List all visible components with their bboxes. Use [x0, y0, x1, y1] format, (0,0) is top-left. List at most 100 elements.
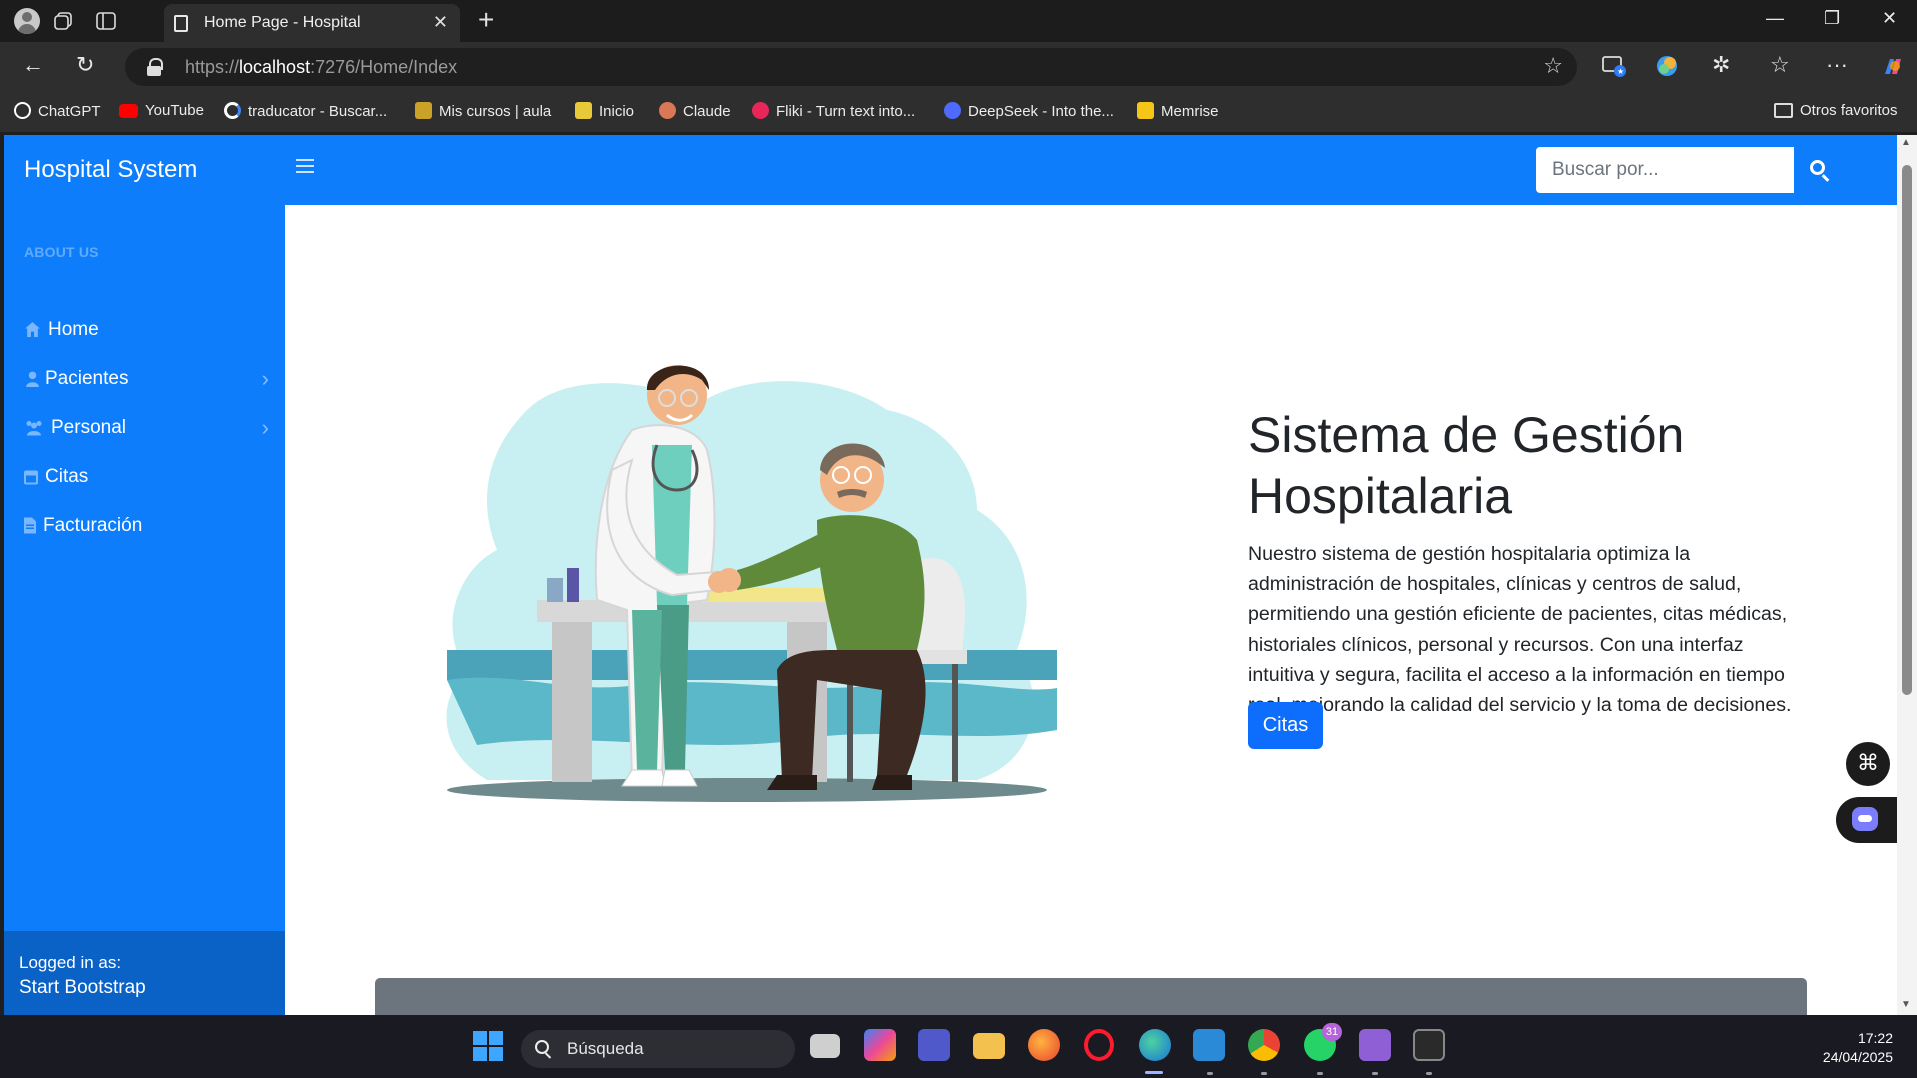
chrome-icon[interactable]: [1248, 1029, 1280, 1061]
search-input[interactable]: [1536, 147, 1794, 193]
floating-apps-icon[interactable]: [1846, 742, 1890, 786]
favorites-icon[interactable]: ☆: [1770, 52, 1790, 78]
workspaces-icon[interactable]: [52, 9, 76, 33]
windows-taskbar: Búsqueda 31 17:22 24/04/2025: [0, 1015, 1917, 1078]
opera-icon[interactable]: [1084, 1029, 1114, 1061]
running-indicator: [1261, 1072, 1267, 1075]
bookmark-youtube[interactable]: YouTube: [119, 102, 204, 122]
address-bar[interactable]: https://localhost:7276/Home/Index ☆: [125, 48, 1577, 86]
web-page: Hospital System ABOUT US Home Pacientes …: [4, 135, 1897, 1015]
page-scrollbar[interactable]: ▲ ▼: [1897, 135, 1917, 1015]
bookmark-memrise[interactable]: Memrise: [1137, 102, 1219, 122]
profile-avatar[interactable]: [14, 8, 40, 34]
browser-navbar: ← ↻ https://localhost:7276/Home/Index ☆ …: [0, 42, 1917, 92]
scroll-down-icon[interactable]: ▼: [1901, 999, 1911, 1010]
taskbar-search-label: Búsqueda: [567, 1039, 644, 1058]
vscode-icon[interactable]: [1193, 1029, 1225, 1061]
page-icon: [174, 15, 188, 32]
sidebar-item-home[interactable]: Home: [24, 317, 269, 347]
more-options-icon[interactable]: ···: [1826, 52, 1848, 78]
sidebar-item-facturacion[interactable]: Facturación: [24, 513, 269, 543]
app-brand[interactable]: Hospital System: [24, 156, 197, 184]
staff-icon: [26, 421, 42, 436]
copilot-app-icon[interactable]: [864, 1029, 896, 1061]
folder-icon: [1774, 103, 1793, 118]
chevron-right-icon: ›: [261, 415, 269, 440]
extensions-icon[interactable]: ✲: [1712, 52, 1730, 78]
active-app-indicator: [1145, 1071, 1163, 1074]
close-tab-icon[interactable]: ✕: [433, 12, 448, 33]
bookmark-chatgpt[interactable]: ChatGPT: [14, 102, 101, 122]
bookmark-traducator[interactable]: traducator - Buscar...: [224, 102, 387, 122]
minimize-icon[interactable]: —: [1766, 8, 1784, 29]
sidebar-item-pacientes[interactable]: Pacientes ›: [24, 366, 269, 396]
sidebar-heading: ABOUT US: [24, 244, 99, 260]
running-indicator: [1372, 1072, 1378, 1075]
teams-icon[interactable]: [918, 1029, 950, 1061]
chevron-right-icon: ›: [261, 366, 269, 391]
search-icon: [535, 1040, 549, 1054]
users-icon: [26, 371, 39, 387]
bookmark-deepseek[interactable]: DeepSeek - Into the...: [944, 102, 1114, 122]
copilot-icon[interactable]: [1880, 54, 1906, 80]
hero-title: Sistema de Gestión Hospitalaria: [1248, 407, 1685, 524]
clock-date: 24/04/2025: [1822, 1049, 1893, 1065]
refresh-icon[interactable]: ↻: [76, 52, 94, 78]
logged-in-label: Logged in as:: [19, 953, 122, 972]
claude-icon: [659, 102, 676, 119]
sidebar-item-label: Pacientes: [45, 368, 129, 389]
copilot-color-icon[interactable]: [1655, 54, 1679, 78]
file-explorer-icon[interactable]: [973, 1033, 1005, 1059]
bookmark-claude[interactable]: Claude: [659, 102, 731, 122]
clock-time: 17:22: [1857, 1030, 1893, 1046]
vertical-tabs-icon[interactable]: [94, 9, 118, 33]
other-bookmarks[interactable]: Otros favoritos: [1774, 102, 1898, 122]
url-text[interactable]: https://localhost:7276/Home/Index: [185, 57, 457, 78]
youtube-icon: [119, 104, 138, 118]
chatgpt-icon: [14, 102, 31, 119]
task-view-icon[interactable]: [810, 1034, 840, 1058]
back-icon[interactable]: ←: [22, 52, 44, 78]
search-button[interactable]: [1794, 147, 1846, 193]
bookmark-inicio[interactable]: Inicio: [575, 102, 634, 122]
home-icon: [25, 322, 40, 337]
sidebar: ABOUT US Home Pacientes › Personal › Cit…: [4, 205, 285, 1015]
logged-in-user: Start Bootstrap: [19, 977, 146, 998]
bookmark-fliki[interactable]: Fliki - Turn text into...: [752, 102, 915, 122]
sidebar-item-citas[interactable]: Citas: [24, 464, 269, 494]
tab-home-page[interactable]: Home Page - Hospital ✕: [164, 4, 460, 42]
svg-text:★: ★: [1617, 67, 1624, 76]
citas-button[interactable]: Citas: [1248, 702, 1323, 749]
screen-cast-icon[interactable]: ★: [1601, 54, 1626, 78]
fliki-icon: [752, 102, 769, 119]
restore-icon[interactable]: ❐: [1824, 8, 1840, 29]
aula-icon: [415, 102, 432, 119]
firefox-icon[interactable]: [1028, 1029, 1060, 1061]
browser-tabbar: Home Page - Hospital ✕ + — ❐ ✕: [0, 0, 1917, 42]
sidebar-item-label: Personal: [51, 417, 126, 438]
doctor-patient-illustration: [446, 365, 1057, 802]
windows-start-icon[interactable]: [473, 1031, 503, 1061]
floating-assistant-icon[interactable]: [1836, 797, 1897, 843]
sidebar-toggle-icon[interactable]: [296, 159, 314, 175]
scrollbar-thumb[interactable]: [1902, 165, 1912, 695]
sidebar-item-personal[interactable]: Personal ›: [24, 415, 269, 445]
favorite-star-icon[interactable]: ☆: [1543, 53, 1563, 79]
main-content: Sistema de Gestión Hospitalaria Nuestro …: [285, 205, 1897, 1015]
invoice-icon: [24, 517, 36, 534]
memrise-icon: [1137, 102, 1154, 119]
scroll-up-icon[interactable]: ▲: [1901, 137, 1911, 148]
edge-icon[interactable]: [1139, 1029, 1171, 1061]
inicio-icon: [575, 102, 592, 119]
sidebar-item-label: Home: [48, 319, 99, 340]
taskbar-search[interactable]: Búsqueda: [521, 1030, 795, 1068]
bookmark-mis-cursos[interactable]: Mis cursos | aula: [415, 102, 551, 122]
system-clock[interactable]: 17:22 24/04/2025: [1823, 1029, 1893, 1067]
sidebar-item-label: Facturación: [43, 515, 143, 536]
new-tab-button[interactable]: +: [478, 4, 494, 36]
terminal-icon[interactable]: [1413, 1029, 1445, 1061]
whatsapp-badge: 31: [1322, 1023, 1342, 1041]
visual-studio-icon[interactable]: [1359, 1029, 1391, 1061]
close-window-icon[interactable]: ✕: [1882, 8, 1897, 29]
lock-icon[interactable]: [147, 58, 163, 76]
